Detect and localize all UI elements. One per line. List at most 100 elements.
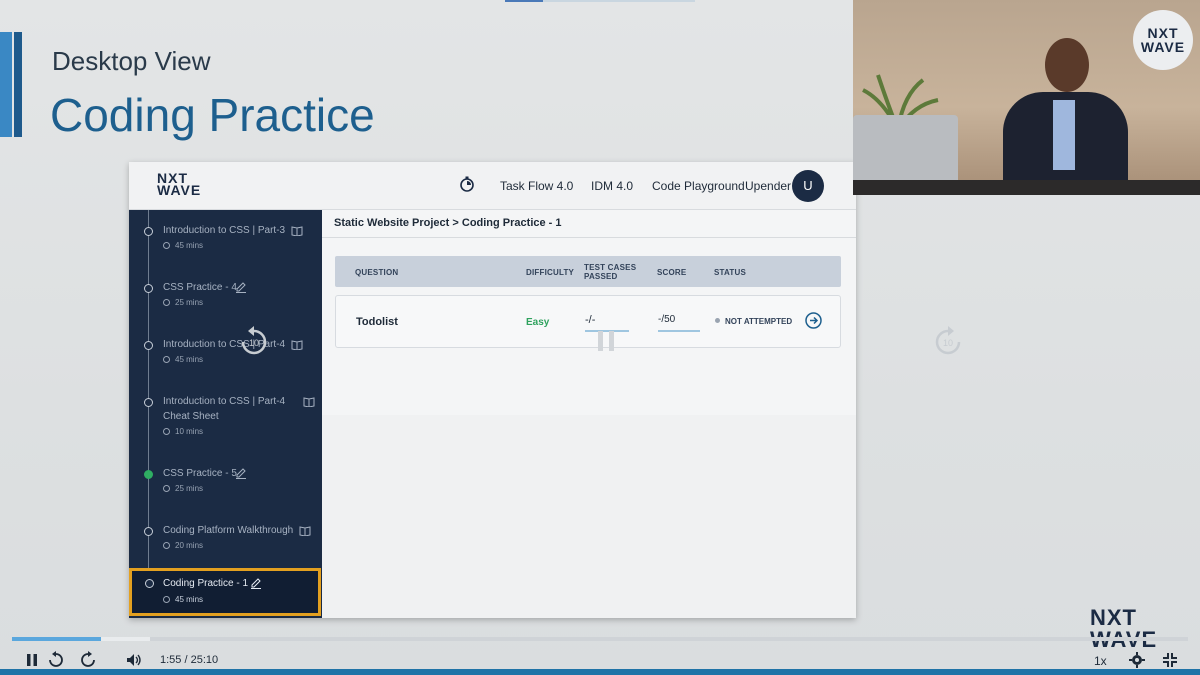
book-icon	[291, 226, 303, 236]
sidebar-item-css-part-3[interactable]: Introduction to CSS | Part-3 45 mins	[129, 223, 322, 263]
duration-label: 45 mins	[175, 241, 204, 250]
nav-task-flow[interactable]: Task Flow 4.0	[500, 179, 573, 193]
sidebar-item-css-practice-4[interactable]: CSS Practice - 4 25 mins	[129, 280, 322, 320]
duration: 45 mins	[163, 595, 203, 604]
divider	[322, 237, 856, 238]
duration: 20 mins	[163, 541, 203, 550]
difficulty-badge: Easy	[526, 317, 550, 328]
presenter-shirt	[1053, 100, 1075, 170]
duration-label: 10 mins	[175, 427, 204, 436]
sidebar-item-coding-practice-1[interactable]: Coding Practice - 1 45 mins	[129, 568, 321, 616]
app-header: NXT WAVE Task Flow 4.0 IDM 4.0 Code Play…	[129, 162, 856, 210]
slide-title: Coding Practice	[50, 89, 375, 141]
forward-10-overlay-icon[interactable]: 10	[934, 326, 962, 356]
stopwatch-icon[interactable]	[459, 176, 475, 192]
bottom-accent-strip	[0, 669, 1200, 675]
status-dot	[144, 341, 153, 350]
questions-table: QUESTION DIFFICULTY TEST CASES PASSED SC…	[335, 256, 841, 348]
status-dot	[144, 527, 153, 536]
col-status: STATUS	[714, 268, 747, 277]
video-progress-bar[interactable]	[12, 637, 1188, 641]
col-score: SCORE	[657, 268, 687, 277]
laptop	[853, 115, 958, 190]
gear-icon[interactable]	[1129, 652, 1145, 668]
playback-speed-button[interactable]: 1x	[1094, 654, 1107, 668]
book-icon	[303, 397, 315, 407]
presenter-head	[1045, 38, 1089, 92]
sidebar-item-css-practice-5[interactable]: CSS Practice - 5 25 mins	[129, 466, 322, 506]
book-icon	[299, 526, 311, 536]
app-screenshot: NXT WAVE Task Flow 4.0 IDM 4.0 Code Play…	[129, 162, 856, 618]
col-difficulty: DIFFICULTY	[526, 268, 575, 277]
duration: 45 mins	[163, 241, 203, 250]
rewind-10-icon[interactable]	[48, 651, 64, 668]
rewind-seconds-label: 10	[249, 338, 259, 348]
sidebar-item-platform-walkthrough[interactable]: Coding Platform Walkthrough 20 mins	[129, 523, 322, 563]
pause-overlay-icon[interactable]	[596, 330, 616, 352]
question-name[interactable]: Todolist	[356, 316, 398, 328]
status-dot	[145, 579, 154, 588]
sidebar-item-label: Introduction to CSS | Part-4	[163, 339, 286, 350]
sidebar-item-css-cheat-sheet[interactable]: Introduction to CSS | Part-4 Cheat Sheet…	[129, 394, 322, 442]
sidebar-item-label: Coding Practice - 1	[163, 578, 249, 589]
status-dot	[144, 227, 153, 236]
edit-icon	[236, 282, 246, 293]
forward-10-icon[interactable]	[80, 651, 96, 668]
logo-line-2: WAVE	[157, 182, 202, 198]
sidebar-item-label: Introduction to CSS | Part-4 Cheat Sheet	[163, 396, 286, 422]
title-accent-bar	[0, 32, 22, 137]
edit-icon	[251, 578, 261, 589]
status-dot	[144, 398, 153, 407]
app-logo[interactable]: NXT WAVE	[157, 171, 202, 198]
volume-icon[interactable]	[126, 653, 142, 667]
forward-seconds-label: 10	[943, 338, 953, 348]
completed-check-icon	[144, 470, 153, 479]
top-progress-strip	[505, 0, 695, 2]
clock-icon	[163, 299, 170, 306]
slide-background: Desktop View Coding Practice NXT WAVE Ta…	[0, 0, 1200, 675]
arrow-right-circle-icon[interactable]	[805, 312, 822, 329]
rewind-10-overlay-icon[interactable]: 10	[240, 326, 268, 356]
col-test-cases: TEST CASES PASSED	[584, 263, 637, 281]
empty-area	[322, 415, 856, 618]
duration-label: 25 mins	[175, 298, 204, 307]
brand-line-1: NXT	[1147, 25, 1179, 41]
nav-code-playground[interactable]: Code Playground	[652, 179, 745, 193]
score-value: -/50	[658, 314, 700, 332]
duration: 10 mins	[163, 427, 203, 436]
total-time: 25:10	[190, 654, 219, 666]
duration-label: 45 mins	[175, 355, 204, 364]
clock-icon	[163, 542, 170, 549]
time-display: 1:55 / 25:10	[160, 654, 218, 666]
clock-icon	[163, 356, 170, 363]
table-header: QUESTION DIFFICULTY TEST CASES PASSED SC…	[335, 256, 841, 287]
course-sidebar: Introduction to CSS | Part-3 45 mins CSS…	[129, 210, 322, 618]
desk	[853, 180, 1200, 195]
duration: 45 mins	[163, 355, 203, 364]
time-separator: /	[184, 654, 188, 666]
edit-icon	[236, 468, 246, 479]
pause-icon[interactable]	[26, 653, 38, 667]
status-badge: NOT ATTEMPTED	[715, 317, 792, 326]
table-row[interactable]: Todolist Easy -/- -/50 NOT ATTEMPTED	[335, 295, 841, 348]
duration-label: 45 mins	[175, 595, 204, 604]
slide-subtitle: Desktop View	[52, 46, 211, 76]
current-time: 1:55	[160, 654, 182, 666]
sidebar-item-label: Introduction to CSS | Part-3	[163, 225, 286, 236]
status-dot	[144, 284, 153, 293]
clock-icon	[163, 242, 170, 249]
duration-label: 20 mins	[175, 541, 204, 550]
exit-fullscreen-icon[interactable]	[1163, 653, 1177, 667]
avatar[interactable]: U	[792, 170, 824, 202]
brand-logo-circle: NXT WAVE	[1133, 10, 1193, 70]
duration: 25 mins	[163, 298, 203, 307]
main-content: Static Website Project > Coding Practice…	[322, 210, 856, 618]
nav-idm[interactable]: IDM 4.0	[591, 179, 633, 193]
brand-corner-line-1: NXT	[1090, 605, 1137, 630]
duration-label: 25 mins	[175, 484, 204, 493]
breadcrumb: Static Website Project > Coding Practice…	[334, 217, 562, 229]
col-question: QUESTION	[355, 268, 399, 277]
user-name[interactable]: Upender	[745, 179, 791, 193]
sidebar-item-label: CSS Practice - 4	[163, 282, 237, 293]
sidebar-item-css-part-4[interactable]: Introduction to CSS | Part-4 45 mins	[129, 337, 322, 377]
